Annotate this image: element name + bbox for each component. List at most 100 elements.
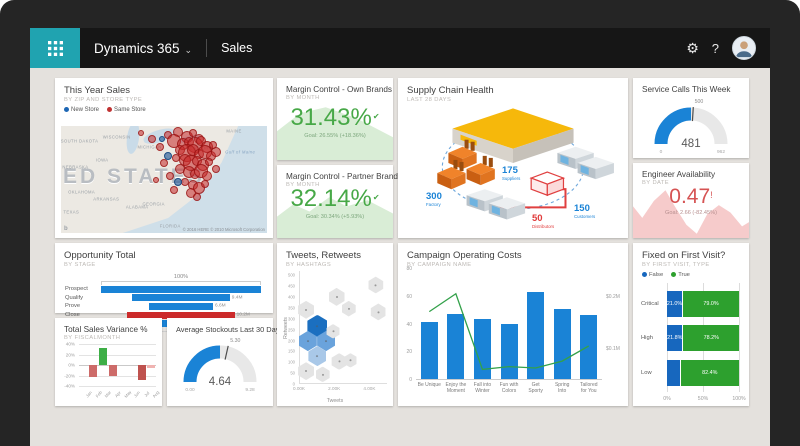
segment-true[interactable]: 78.2%	[683, 325, 739, 351]
supply-node-suppliers[interactable]: 175Suppliers	[502, 166, 520, 181]
store-point[interactable]	[209, 141, 217, 149]
tile-this-year-sales[interactable]: This Year Sales BY ZIP AND STORE TYPE Ne…	[55, 78, 273, 238]
svg-text:9.28: 9.28	[245, 387, 255, 392]
tile-sales-variance[interactable]: Total Sales Variance % BY FISCALMONTH 40…	[55, 318, 162, 406]
tile-subtitle: BY ZIP AND STORE TYPE	[64, 97, 264, 103]
svg-text:0.00: 0.00	[185, 387, 195, 392]
store-point[interactable]	[148, 135, 156, 143]
segment-false[interactable]: 21.0%	[667, 291, 682, 317]
segment-true[interactable]: 82.4%	[681, 360, 740, 386]
scatter-x-title: Tweets	[277, 398, 393, 404]
tile-subtitle: BY STAGE	[64, 262, 264, 268]
app-launcher-button[interactable]	[30, 28, 80, 68]
gauge-chart[interactable]: 0.009.284.645.30	[168, 334, 272, 392]
goal-met-check-icon: ✔	[373, 112, 380, 121]
tile-campaign-costs[interactable]: Campaign Operating Costs BY CAMPAIGN NAM…	[398, 243, 628, 406]
store-point[interactable]	[193, 193, 201, 201]
tile-service-calls[interactable]: Service Calls This Week 0962481500	[633, 78, 749, 158]
x-category-label: Get Sporty	[522, 382, 549, 404]
settings-icon[interactable]: ⚙	[686, 40, 699, 57]
store-point[interactable]	[201, 180, 209, 188]
variance-bar[interactable]	[89, 365, 97, 377]
kpi-content: 32.14%✔ Goal: 30.34% (+5.93%)	[277, 185, 393, 220]
supply-node-distributors[interactable]: 50Distributors	[532, 214, 554, 229]
tile-title: This Year Sales	[64, 85, 264, 96]
store-point[interactable]	[166, 172, 174, 180]
legend-true[interactable]: True	[671, 272, 690, 278]
tile-fixed-first-visit[interactable]: Fixed on First Visit? BY FIRST VISIT, TY…	[633, 243, 749, 406]
x-category-label: Enjoy the Moment	[443, 382, 470, 404]
store-point[interactable]	[212, 165, 220, 173]
store-point[interactable]	[164, 152, 172, 160]
store-point[interactable]	[153, 177, 159, 183]
x-tick-label: 0.00K	[293, 386, 305, 391]
campaign-right-axis: $0.2M $0.1M	[604, 269, 626, 380]
legend-false[interactable]: False	[642, 272, 663, 278]
right-axis-label: $0.2M	[606, 294, 620, 300]
store-point[interactable]	[159, 136, 165, 142]
y-tick-label: 20%	[66, 352, 75, 357]
help-icon[interactable]: ?	[712, 41, 719, 56]
tile-tweets-retweets[interactable]: Tweets, Retweets BY HASHTAGS Retweets 05…	[277, 243, 393, 406]
scatter-point[interactable]	[329, 288, 345, 306]
nav-divider	[206, 39, 207, 57]
store-map[interactable]: ED STATES SOUTH DAKOTAWISCONSINMICHIGANI…	[61, 126, 267, 233]
tile-margin-partner-brands[interactable]: Margin Control - Partner Brands BY MONTH…	[277, 165, 393, 238]
right-axis-label: $0.1M	[606, 346, 620, 352]
funnel-bar-qualify[interactable]: 9.4M	[132, 294, 230, 301]
segment-false[interactable]: 21.8%	[667, 325, 682, 351]
gauge-chart[interactable]: 0962481500	[639, 96, 743, 154]
campaign-chart	[416, 269, 602, 380]
x-category-label: Be Unique	[416, 382, 443, 404]
scatter-point[interactable]	[342, 301, 356, 317]
kpi-value: 32.14%✔	[290, 185, 379, 212]
top-nav: Dynamics 365 ⌄ Sales ⚙ ?	[30, 28, 770, 68]
avatar[interactable]	[732, 36, 756, 60]
scatter-point[interactable]	[368, 277, 383, 294]
variance-bar[interactable]	[99, 348, 107, 365]
svg-text:962: 962	[717, 149, 725, 154]
tile-average-stockouts[interactable]: Average Stockouts Last 30 Days 0.009.284…	[167, 318, 273, 406]
y-tick-label: 50	[290, 371, 295, 376]
store-point[interactable]	[138, 130, 144, 136]
scatter-point[interactable]	[298, 362, 314, 380]
scatter-point[interactable]	[316, 367, 330, 383]
variance-bar[interactable]	[138, 365, 146, 380]
map-attribution: © 2016 HERE © 2010 Microsoft Corporation	[183, 227, 265, 232]
store-point[interactable]	[174, 178, 182, 186]
y-tick-label: 40%	[66, 342, 75, 347]
tile-margin-own-brands[interactable]: Margin Control - Own Brands BY MONTH 31.…	[277, 78, 393, 160]
y-tick-label: 100	[288, 360, 295, 365]
store-point[interactable]	[170, 186, 178, 194]
scatter-point[interactable]	[371, 304, 386, 321]
funnel-top-label: 100%	[101, 274, 261, 280]
nav-actions: ⚙ ?	[686, 36, 770, 60]
map-legend: New Store Same Store	[64, 107, 264, 113]
tile-engineer-availability[interactable]: Engineer Availability BY DATE 0.47! Goal…	[633, 163, 749, 238]
scatter-point[interactable]	[298, 301, 314, 319]
funnel-stage-label: Qualify	[65, 295, 99, 301]
funnel-bar-prove[interactable]: 6.6M	[149, 303, 213, 310]
variance-bar[interactable]	[147, 365, 155, 368]
kpi-goal: Goal: 2.66 (-82.45%)	[633, 210, 749, 216]
y-tick-label: 60	[406, 294, 412, 300]
segment-true[interactable]: 79.0%	[683, 291, 739, 317]
variance-bar[interactable]	[109, 365, 117, 376]
tile-supply-chain-health[interactable]: Supply Chain Health LAST 28 DAYS	[398, 78, 628, 238]
funnel-bar-prospect[interactable]	[101, 286, 261, 293]
row-label: Critical	[641, 301, 667, 307]
legend-same-store[interactable]: Same Store	[107, 107, 146, 113]
supply-node-factory[interactable]: 300Factory	[426, 192, 442, 207]
segment-false[interactable]	[667, 360, 680, 386]
tile-opportunity-total[interactable]: Opportunity Total BY STAGE 100%ProspectQ…	[55, 243, 273, 313]
screen: Dynamics 365 ⌄ Sales ⚙ ? This Year Sales…	[30, 28, 770, 446]
app-name-menu[interactable]: Dynamics 365 ⌄	[94, 41, 192, 56]
row-label: High	[641, 335, 667, 341]
bing-logo: b	[64, 226, 68, 232]
store-point[interactable]	[160, 159, 168, 167]
supply-node-customers[interactable]: 150Customers	[574, 204, 595, 219]
legend-new-store[interactable]: New Store	[64, 107, 99, 113]
store-point[interactable]	[156, 143, 164, 151]
y-tick-label: 150	[288, 349, 295, 354]
kpi-value: 31.43%✔	[290, 104, 379, 131]
